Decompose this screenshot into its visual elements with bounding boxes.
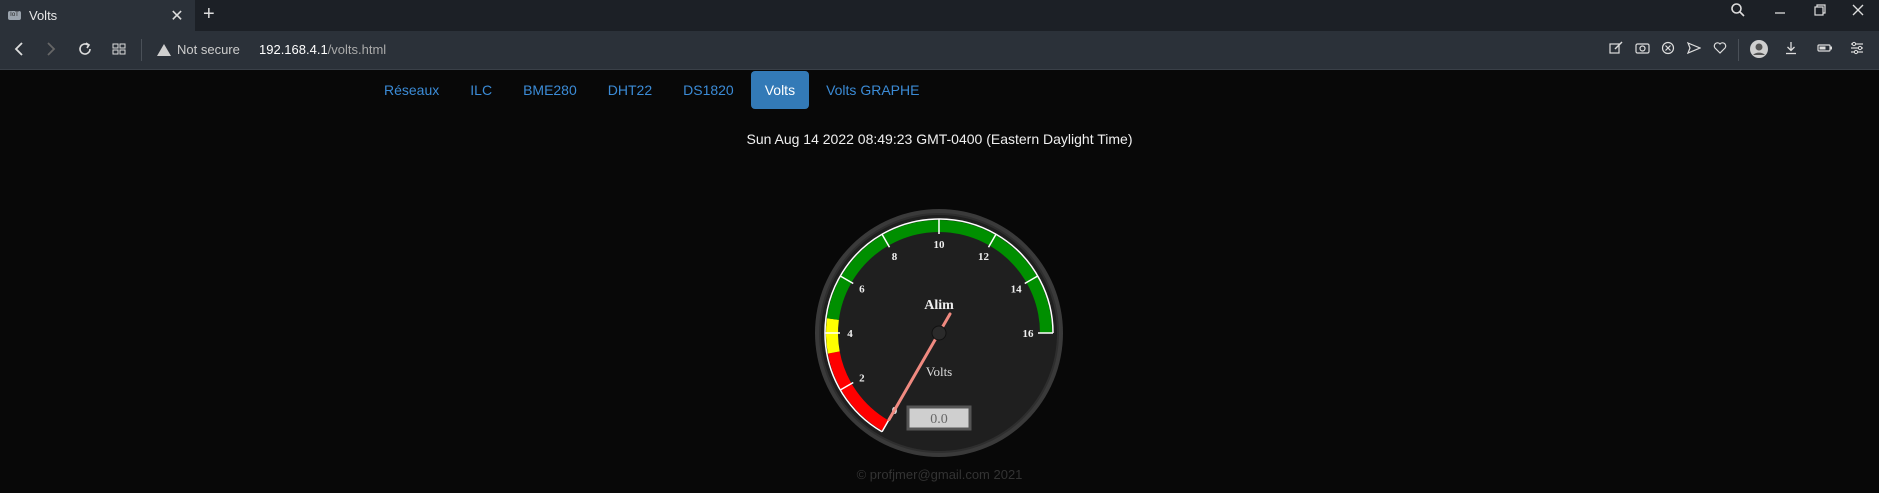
tab-title: Volts [29,8,58,23]
security-indicator[interactable]: Not secure [157,42,240,57]
gauge-value: 0.0 [930,412,948,427]
favicon-icon: IoT [8,11,21,20]
gauge-tick-label: 2 [859,373,865,385]
voltage-gauge: 0246810121416 Alim Volts 0.0 [815,209,1063,457]
footer-text: © profjmer@gmail.com 2021 [856,467,1023,482]
gauge-tick-label: 6 [859,284,865,296]
tab-r-seaux[interactable]: Réseaux [370,71,453,109]
tab-bme280[interactable]: BME280 [509,71,591,109]
gauge-tick-label: 10 [934,239,946,251]
gauge-hub [931,325,947,341]
security-label: Not secure [177,42,240,57]
close-icon[interactable] [1843,2,1873,23]
url-field[interactable]: 192.168.4.1/volts.html [259,42,386,57]
tab-volts-graphe[interactable]: Volts GRAPHE [812,71,933,109]
reload-icon[interactable] [74,40,96,63]
tabs-grid-icon[interactable] [108,40,130,63]
tab-close-icon[interactable]: ✕ [167,6,187,26]
tab-dht22[interactable]: DHT22 [594,71,666,109]
gauge-tick-label: 12 [978,251,990,263]
gauge-tick-label: 16 [1023,328,1035,340]
forward-icon[interactable] [40,40,62,63]
heart-icon[interactable] [1710,41,1730,59]
back-icon[interactable] [8,40,30,63]
tab-ilc[interactable]: ILC [456,71,506,109]
download-icon[interactable] [1781,41,1801,59]
gauge-title: Alim [924,298,954,313]
camera-icon[interactable] [1632,41,1652,59]
restore-icon[interactable] [1805,2,1835,23]
edit-icon[interactable] [1606,41,1626,59]
divider [1738,39,1739,61]
gauge-unit: Volts [926,364,953,379]
send-icon[interactable] [1684,41,1704,59]
warning-icon [157,43,171,56]
tab-ds1820[interactable]: DS1820 [669,71,748,109]
browser-tab[interactable]: IoT Volts ✕ [0,0,195,31]
battery-icon[interactable] [1815,41,1835,59]
browser-tabbar: IoT Volts ✕ + [0,0,1879,31]
address-bar: Not secure 192.168.4.1/volts.html [0,31,1879,70]
tab-volts[interactable]: Volts [750,71,810,109]
new-tab-icon[interactable]: + [203,3,215,26]
nav-tabs: Réseaux ILC BME280 DHT22 DS1820 Volts Volts GR… [370,71,936,109]
url-path: /volts.html [327,42,387,57]
gauge-tick-label: 4 [847,328,853,340]
profile-icon[interactable] [1749,39,1769,58]
divider [141,39,142,61]
search-icon[interactable] [1723,2,1753,23]
minimize-icon[interactable] [1765,2,1795,23]
gauge-tick-label: 8 [892,251,898,263]
block-icon[interactable] [1658,41,1678,59]
settings-icon[interactable] [1847,41,1867,59]
gauge-zone [826,318,840,354]
url-host: 192.168.4.1 [259,42,328,57]
datetime-text: Sun Aug 14 2022 08:49:23 GMT-0400 (Easte… [746,131,1133,147]
gauge-tick-label: 14 [1011,284,1023,296]
